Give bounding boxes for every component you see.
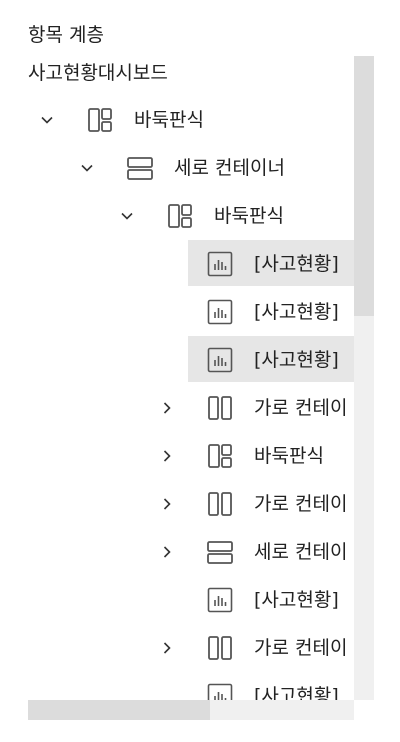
tree-item-label: 바둑판식 (134, 109, 204, 131)
tree-item-label: 바둑판식 (214, 205, 284, 227)
chevron-down-icon[interactable] (80, 160, 94, 174)
tree-item-label: 가로 컨테이 (254, 397, 348, 419)
tree-item[interactable]: 가로 컨테이 (28, 384, 354, 430)
tree-item-label: [사고현황] (254, 301, 339, 323)
grid-layout-icon (86, 106, 114, 134)
chart-icon (206, 346, 234, 374)
horizontal-container-icon (206, 394, 234, 422)
chevron-down-icon[interactable] (120, 208, 134, 222)
chart-icon (206, 250, 234, 278)
tree-item-label: [사고현황] (254, 349, 339, 371)
tree-item[interactable]: [사고현황] (188, 240, 354, 286)
tree-item[interactable]: 바둑판식 (28, 96, 354, 142)
tree-item[interactable]: 가로 컨테이 (28, 624, 354, 670)
tree-item[interactable]: 바둑판식 (28, 192, 354, 238)
tree-item-label: 가로 컨테이 (254, 637, 348, 659)
tree-item[interactable]: 세로 컨테이너 (28, 144, 354, 190)
tree-item-label: [사고현황] (254, 253, 339, 275)
chart-icon (206, 586, 234, 614)
chevron-right-icon[interactable] (160, 400, 174, 414)
tree-item[interactable]: [사고현황] (188, 336, 354, 382)
tree-item-label: 바둑판식 (254, 445, 324, 467)
vertical-scrollbar-thumb[interactable] (354, 56, 374, 316)
tree-item-label: [사고현황] (254, 685, 339, 700)
tree-item-label: 세로 컨테이 (254, 541, 348, 563)
item-hierarchy-tree: 사고현황대시보드 바둑판식 세로 컨테이너 바둑판식 [사고현황] [사고현황] [사고현… (28, 56, 374, 720)
horizontal-scrollbar-thumb[interactable] (28, 700, 210, 720)
chevron-right-icon[interactable] (160, 496, 174, 510)
chart-icon (206, 682, 234, 700)
tree-item-label: 세로 컨테이너 (174, 157, 285, 179)
chart-icon (206, 298, 234, 326)
grid-layout-icon (206, 442, 234, 470)
chevron-down-icon[interactable] (40, 112, 54, 126)
tree-item[interactable]: 가로 컨테이 (28, 480, 354, 526)
chevron-right-icon[interactable] (160, 544, 174, 558)
tree-item-label: [사고현황] (254, 589, 339, 611)
tree-root-label[interactable]: 사고현황대시보드 (28, 58, 168, 85)
horizontal-container-icon (206, 634, 234, 662)
chevron-right-icon[interactable] (160, 640, 174, 654)
vertical-container-icon (126, 154, 154, 182)
grid-layout-icon (166, 202, 194, 230)
tree-item[interactable]: 세로 컨테이 (28, 528, 354, 574)
horizontal-container-icon (206, 490, 234, 518)
chevron-right-icon[interactable] (160, 448, 174, 462)
tree-item-label: 가로 컨테이 (254, 493, 348, 515)
vertical-container-icon (206, 538, 234, 566)
tree-item[interactable]: [사고현황] (28, 288, 354, 334)
tree-item[interactable]: 바둑판식 (28, 432, 354, 478)
panel-title: 항목 계층 (28, 24, 104, 46)
tree-viewport: 사고현황대시보드 바둑판식 세로 컨테이너 바둑판식 [사고현황] [사고현황] [사고현… (28, 56, 354, 700)
tree-item[interactable]: [사고현황] (28, 576, 354, 622)
tree-item[interactable]: [사고현황] (28, 672, 354, 700)
